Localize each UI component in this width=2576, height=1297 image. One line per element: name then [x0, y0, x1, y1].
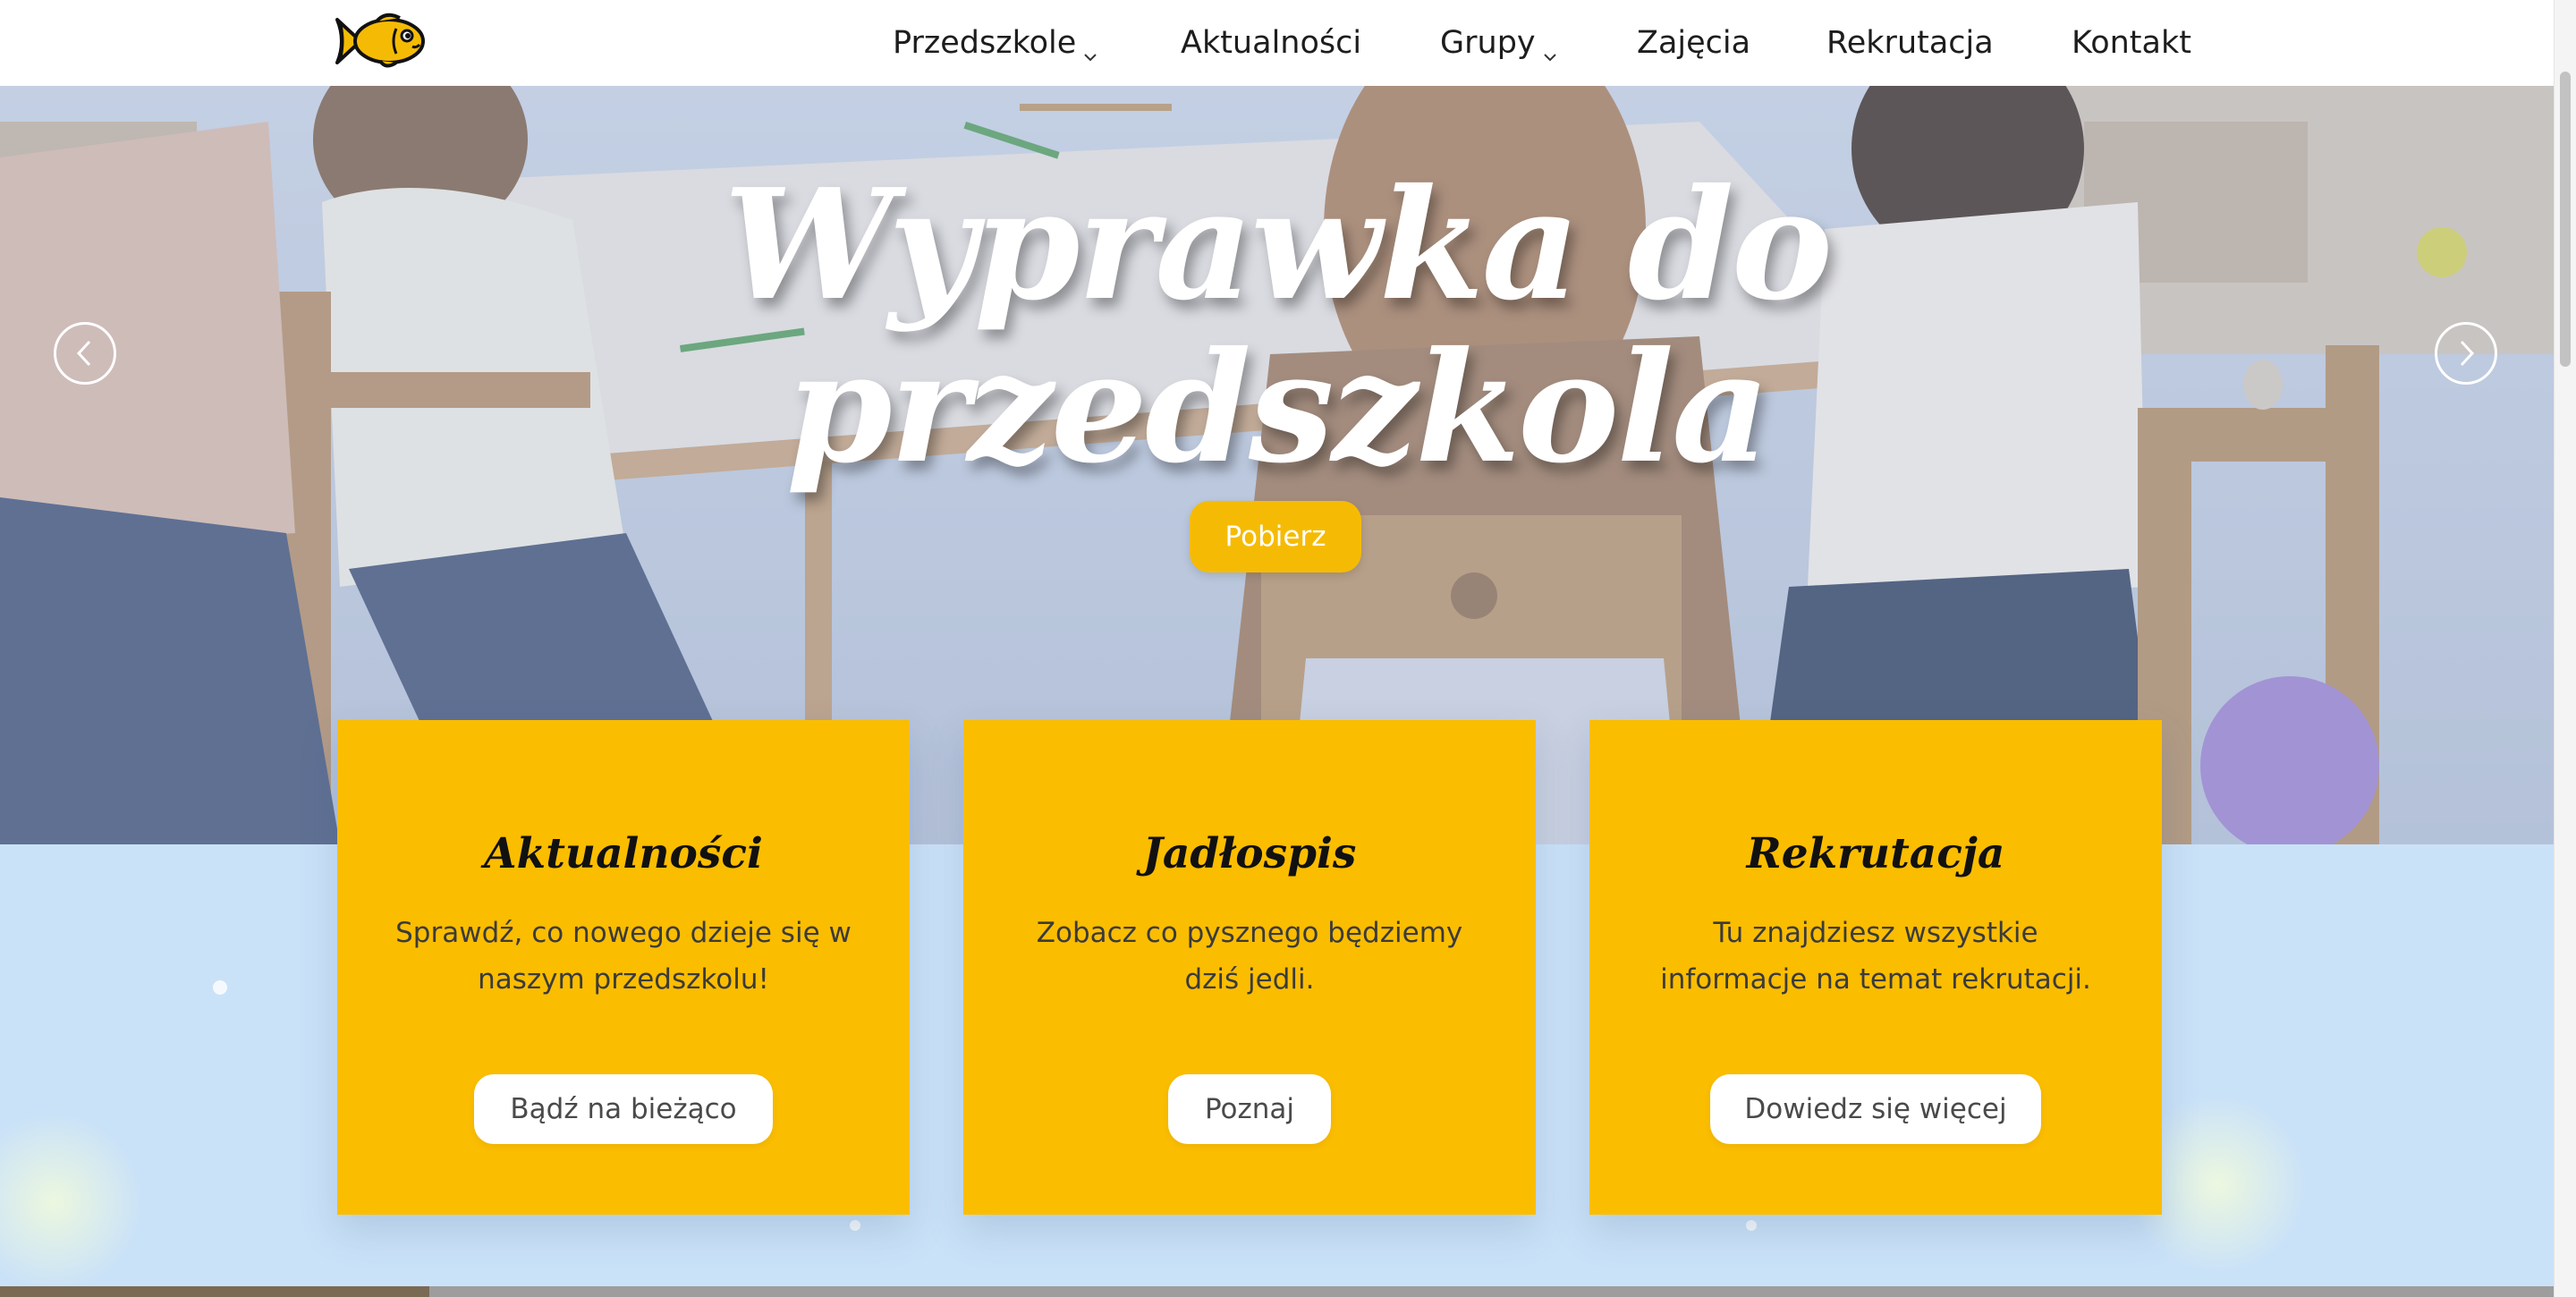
nav-item-label: Zajęcia [1637, 25, 1751, 61]
stay-updated-button[interactable]: Bądź na bieżąco [474, 1074, 773, 1144]
nav-item-kontakt[interactable]: Kontakt [2072, 20, 2191, 66]
nav-item-label: Rekrutacja [1826, 25, 1994, 61]
page-scrollbar[interactable] [2554, 0, 2576, 1297]
learn-more-button[interactable]: Dowiedz się więcej [1710, 1074, 2041, 1144]
nav-item-label: Przedszkole [893, 25, 1077, 61]
card-title: Jadłospis [1142, 829, 1357, 878]
hero-title-line2: przedszkola [785, 318, 1770, 497]
nav-item-label: Grupy [1440, 25, 1536, 61]
card-news: Aktualności Sprawdź, co nowego dzieje si… [337, 720, 910, 1215]
chevron-right-icon [2460, 340, 2475, 367]
chevron-down-icon [1083, 31, 1097, 62]
nav-item-zajecia[interactable]: Zajęcia [1637, 20, 1750, 66]
decorative-dot [213, 980, 227, 995]
slider-next-button[interactable] [2435, 322, 2497, 385]
chevron-left-icon [76, 340, 91, 367]
card-title: Aktualności [484, 829, 763, 878]
card-title: Rekrutacja [1746, 829, 2005, 878]
discover-menu-button[interactable]: Poznaj [1168, 1074, 1331, 1144]
card-text: Zobacz co pysznego będziemy dziś jedli. [1036, 917, 1463, 996]
nav-item-label: Kontakt [2072, 25, 2191, 61]
nav-item-label: Aktualności [1181, 25, 1362, 61]
top-navbar: Przedszkole Aktualności Grupy Zajęcia Re… [0, 0, 2554, 86]
card-recruitment: Rekrutacja Tu znajdziesz wszystkie infor… [1589, 720, 2162, 1215]
window-bottom-edge-left [0, 1286, 429, 1297]
decorative-glow [0, 1113, 143, 1292]
decorative-dot [850, 1220, 860, 1231]
nav-item-przedszkole[interactable]: Przedszkole [893, 20, 1097, 66]
card-text: Tu znajdziesz wszystkie informacje na te… [1660, 917, 2091, 996]
nav-item-aktualnosci[interactable]: Aktualności [1181, 20, 1361, 66]
hero-title-line1: Wyprawka do [723, 156, 1833, 335]
main-menu: Przedszkole Aktualności Grupy Zajęcia Re… [0, 0, 2554, 86]
scrollbar-thumb[interactable] [2560, 72, 2571, 367]
nav-item-grupy[interactable]: Grupy [1440, 20, 1557, 66]
card-text: Sprawdź, co nowego dzieje się w naszym p… [395, 917, 852, 996]
nav-item-rekrutacja[interactable]: Rekrutacja [1826, 20, 1994, 66]
slider-prev-button[interactable] [54, 322, 116, 385]
chevron-down-icon [1543, 31, 1557, 62]
download-button[interactable]: Pobierz [1190, 501, 1361, 572]
window-bottom-edge [0, 1286, 2554, 1297]
card-menu: Jadłospis Zobacz co pysznego będziemy dz… [963, 720, 1536, 1215]
decorative-dot [1746, 1220, 1757, 1231]
